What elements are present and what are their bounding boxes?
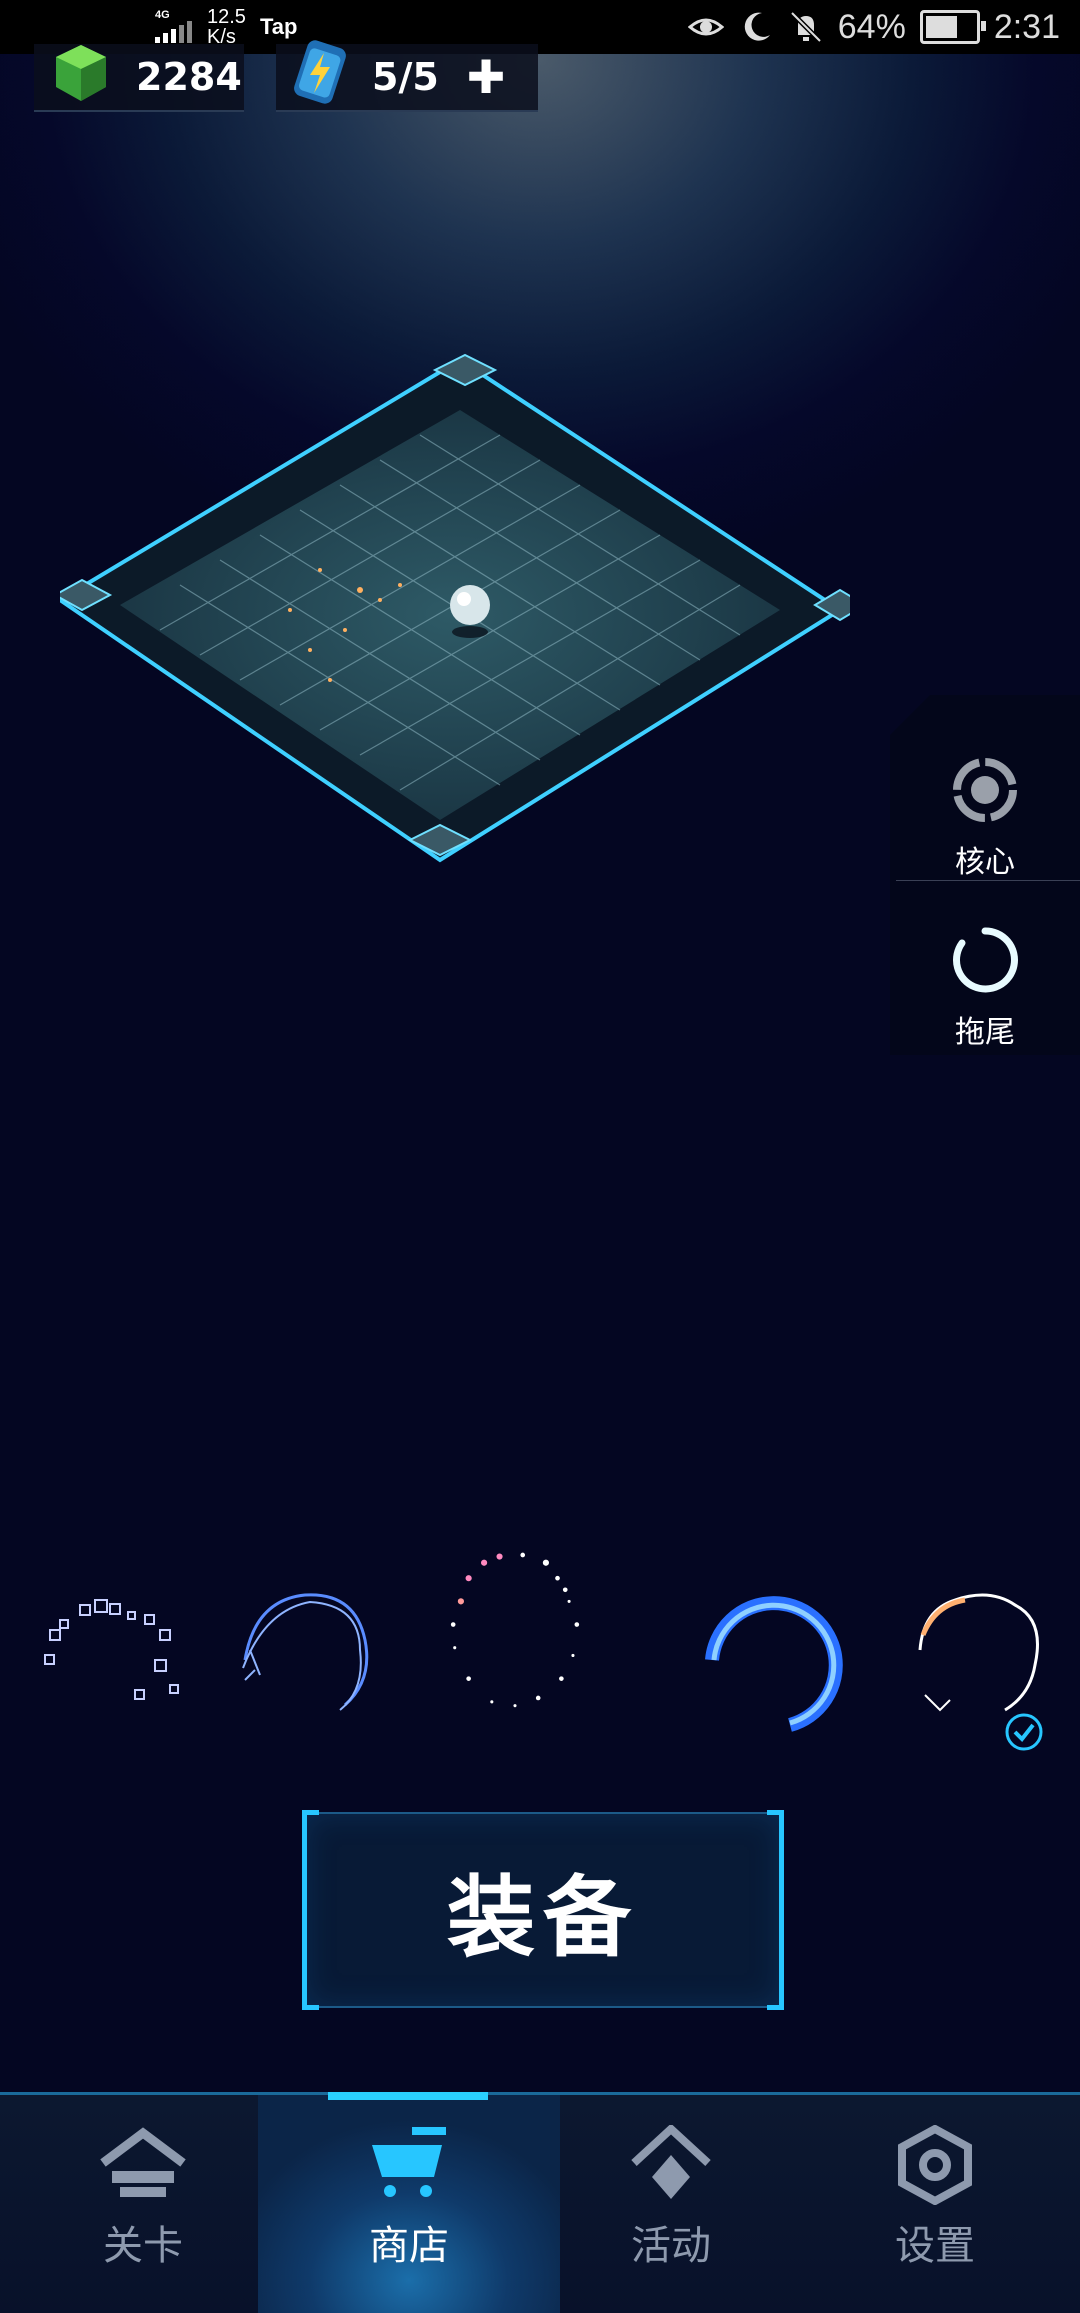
eye-icon [687, 18, 724, 36]
tail-icon [953, 927, 1018, 993]
nav-levels-label: 关卡 [103, 2223, 183, 2269]
player-ball [450, 585, 490, 625]
signal-icon [155, 20, 192, 43]
nav-settings-label: 设置 [895, 2223, 975, 2269]
home-icon [100, 2127, 186, 2197]
game-board [60, 353, 850, 863]
bottom-nav: 关卡 商店 活动 设置 [0, 2092, 1080, 2313]
clock: 2:31 [993, 7, 1060, 46]
gear-icon [898, 2125, 972, 2205]
wave-ring-trail[interactable] [225, 1520, 395, 1760]
core-icon [953, 758, 1017, 822]
tail-tab[interactable]: 拖尾 [890, 925, 1080, 1051]
network-indicator: 4G [155, 9, 193, 46]
nav-events-label: 活动 [631, 2223, 711, 2269]
core-tab[interactable]: 核心 [890, 755, 1080, 881]
equip-label: 装备 [446, 1865, 639, 1969]
core-label: 核心 [955, 845, 1015, 880]
bell-muted-icon [789, 11, 822, 43]
moon-icon [744, 12, 770, 41]
nav-events[interactable]: 活动 [540, 2095, 802, 2313]
pixel-cubes-trail[interactable] [30, 1520, 200, 1760]
gems-value: 2284 [136, 55, 242, 99]
gems-counter: 2284 [34, 44, 244, 112]
blue-arc-trail[interactable] [700, 1520, 870, 1760]
equip-button[interactable]: 装备 [302, 1810, 784, 2010]
battery-icon [919, 10, 986, 44]
network-speed: 12.5 K/s [207, 6, 246, 48]
add-energy-button[interactable]: ✚ [467, 50, 506, 104]
nav-shop[interactable]: 商店 [258, 2095, 560, 2313]
energy-value: 5/5 [372, 55, 439, 99]
selected-check-icon [1005, 1713, 1043, 1751]
trail-selector [0, 1520, 1080, 1760]
nav-active-indicator [328, 2092, 488, 2100]
spark-ring-trail[interactable] [430, 1520, 600, 1760]
side-divider [896, 880, 1080, 881]
side-panel: 核心 拖尾 [890, 695, 1080, 1055]
nav-levels[interactable]: 关卡 [12, 2095, 274, 2313]
battery-bolt-icon [294, 40, 346, 104]
energy-counter: 5/5 ✚ [276, 40, 538, 112]
cart-icon [372, 2127, 446, 2197]
tail-label: 拖尾 [955, 1015, 1015, 1050]
diamond-icon [631, 2125, 711, 2199]
green-gem-icon [56, 45, 106, 101]
nav-shop-label: 商店 [369, 2223, 449, 2269]
nav-settings[interactable]: 设置 [804, 2095, 1066, 2313]
battery-percent: 64% [837, 7, 906, 46]
